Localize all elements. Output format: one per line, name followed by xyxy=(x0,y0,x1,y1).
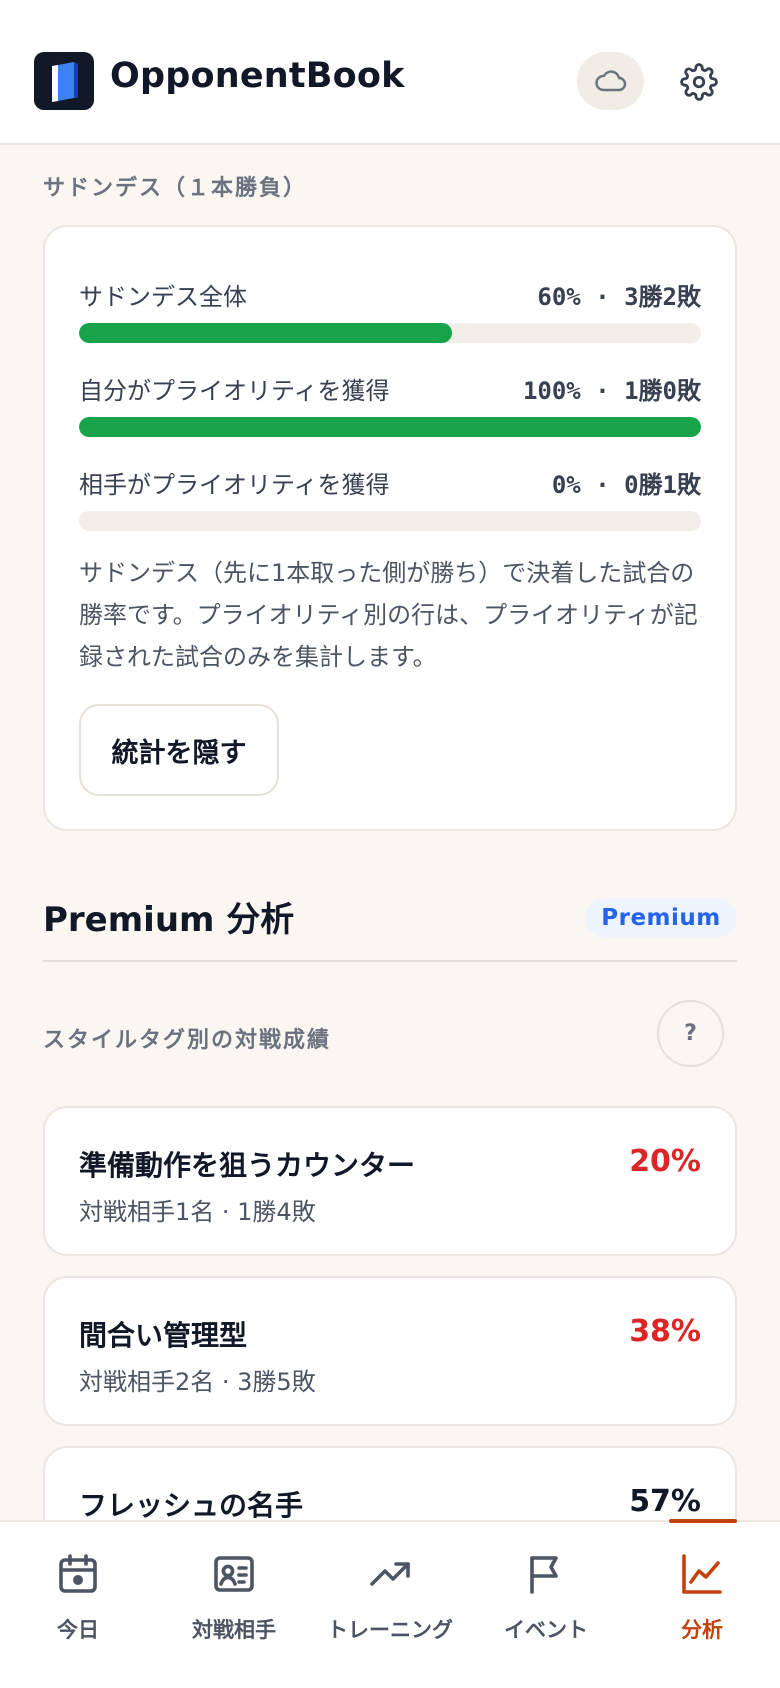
nav-item-training[interactable]: トレーニング xyxy=(312,1522,468,1688)
style-tag-name: 準備動作を狙うカウンター xyxy=(79,1149,416,1182)
style-tag-record: 対戦相手2名 · 3勝5敗 xyxy=(79,1368,316,1396)
sudden-death-card: サドンデス全体 60% · 3勝2敗 自分がプライオリティを獲得 100% · … xyxy=(43,225,737,831)
stat-row-own-priority: 自分がプライオリティを獲得 100% · 1勝0敗 xyxy=(79,371,701,407)
style-tag-name: フレッシュの名手 xyxy=(79,1489,304,1522)
style-tag-win-rate: 20% xyxy=(629,1144,701,1179)
stat-value: 0% · 0勝1敗 xyxy=(551,471,701,499)
bottom-navigation: 今日 対戦相手 トレーニング イベント 分析 xyxy=(0,1520,780,1688)
premium-analysis-title: Premium 分析 xyxy=(43,900,295,940)
contact-card-icon xyxy=(214,1556,254,1592)
cloud-icon xyxy=(594,70,626,92)
style-tag-section-label: スタイルタグ別の対戦成績 xyxy=(43,1028,332,1053)
cloud-sync-button[interactable] xyxy=(577,52,644,110)
style-tag-card[interactable]: 準備動作を狙うカウンター 対戦相手1名 · 1勝4敗 20% xyxy=(43,1106,737,1256)
calendar-icon xyxy=(59,1554,97,1593)
nav-item-opponents[interactable]: 対戦相手 xyxy=(156,1522,312,1688)
nav-item-events[interactable]: イベント xyxy=(468,1522,624,1688)
nav-label: 対戦相手 xyxy=(192,1618,276,1642)
sudden-death-description: サドンデス（先に1本取った側が勝ち）で決着した試合の勝率です。プライオリティ別の… xyxy=(79,559,698,671)
app-header: OpponentBook xyxy=(0,0,780,145)
flag-icon xyxy=(530,1556,558,1594)
hide-stats-button[interactable]: 統計を隠す xyxy=(79,704,279,796)
premium-badge: Premium xyxy=(585,899,737,937)
nav-active-indicator xyxy=(669,1519,737,1523)
nav-label: トレーニング xyxy=(327,1618,453,1642)
nav-item-today[interactable]: 今日 xyxy=(0,1522,156,1688)
app-logo-icon xyxy=(34,52,94,110)
stat-row-overall: サドンデス全体 60% · 3勝2敗 xyxy=(79,277,701,313)
nav-label: 今日 xyxy=(57,1618,99,1642)
progress-fill xyxy=(79,323,453,343)
style-tag-win-rate: 38% xyxy=(629,1314,701,1349)
style-tag-win-rate: 57% xyxy=(629,1484,701,1519)
nav-label: イベント xyxy=(504,1618,588,1642)
trend-up-icon xyxy=(370,1562,410,1586)
stat-value: 60% · 3勝2敗 xyxy=(537,283,701,311)
gear-icon xyxy=(680,63,718,101)
nav-label: 分析 xyxy=(681,1618,723,1642)
stat-label: 相手がプライオリティを獲得 xyxy=(79,471,390,499)
progress-fill xyxy=(79,417,701,437)
progress-bar-opponent-priority xyxy=(79,511,701,531)
stat-value: 100% · 1勝0敗 xyxy=(522,377,701,405)
help-button[interactable]: ? xyxy=(657,1000,724,1067)
sudden-death-section-label: サドンデス（１本勝負） xyxy=(43,176,308,201)
stat-row-opponent-priority: 相手がプライオリティを獲得 0% · 0勝1敗 xyxy=(79,465,701,501)
stat-label: 自分がプライオリティを獲得 xyxy=(79,377,390,405)
style-tag-record: 対戦相手1名 · 1勝4敗 xyxy=(79,1198,316,1226)
nav-item-analysis[interactable]: 分析 xyxy=(624,1522,780,1688)
progress-bar-own-priority xyxy=(79,417,701,437)
app-title: OpponentBook xyxy=(110,56,405,96)
section-divider xyxy=(43,960,737,962)
progress-bar-overall xyxy=(79,323,701,343)
settings-button[interactable] xyxy=(672,57,726,107)
style-tag-name: 間合い管理型 xyxy=(79,1319,248,1352)
chart-line-icon xyxy=(682,1554,722,1594)
stat-label: サドンデス全体 xyxy=(79,283,247,311)
style-tag-card[interactable]: 間合い管理型 対戦相手2名 · 3勝5敗 38% xyxy=(43,1276,737,1426)
